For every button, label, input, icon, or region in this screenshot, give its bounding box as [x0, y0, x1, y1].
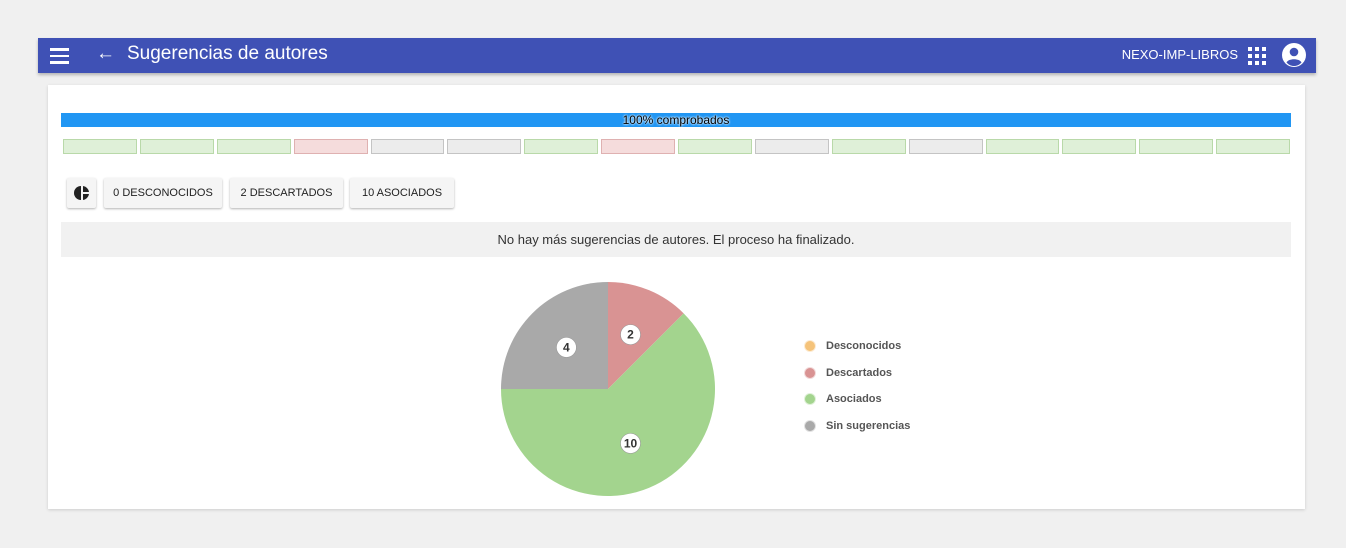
progress-label: 100% comprobados	[622, 113, 730, 127]
asociados-button[interactable]: 10 ASOCIADOS	[350, 178, 454, 208]
pie-chart: 2 10 4	[501, 282, 715, 496]
suggestion-segment[interactable]	[447, 139, 522, 154]
legend-dot	[805, 420, 815, 431]
suggestion-segment[interactable]	[831, 139, 906, 154]
chart-toggle-button[interactable]	[67, 178, 96, 208]
pie-data-label: 2	[620, 324, 641, 345]
pie-chart-icon	[74, 186, 89, 200]
app-name[interactable]: NEXO-IMP-LIBROS	[1122, 47, 1238, 63]
content-card: 100% comprobados 0 DESCONOCIDOS 2 DESCAR…	[48, 85, 1305, 509]
suggestion-segment[interactable]	[908, 139, 983, 154]
progress-bar: 100% comprobados	[61, 113, 1291, 127]
svg-text:10: 10	[624, 436, 638, 450]
legend-label: Descartados	[826, 366, 893, 379]
pie-data-label: 4	[556, 337, 577, 358]
suggestion-segment[interactable]	[754, 139, 829, 154]
suggestion-segment[interactable]	[293, 139, 368, 154]
legend-dot	[805, 394, 815, 404]
suggestion-segment[interactable]	[1062, 139, 1137, 154]
pie-slice-sin-sugerencias[interactable]	[501, 282, 608, 389]
menu-icon[interactable]	[50, 48, 69, 64]
suggestion-segment[interactable]	[1216, 139, 1290, 154]
suggestion-segment[interactable]	[1139, 139, 1214, 154]
legend-label: Desconocidos	[826, 340, 902, 352]
suggestion-segment[interactable]	[370, 139, 445, 154]
account-circle-icon[interactable]	[1281, 42, 1307, 68]
apps-grid-icon[interactable]	[1248, 47, 1266, 65]
suggestion-segment[interactable]	[524, 139, 599, 154]
desconocidos-button[interactable]: 0 DESCONOCIDOS	[104, 178, 222, 208]
pie-data-label: 10	[620, 433, 641, 454]
info-message: No hay más sugerencias de autores. El pr…	[61, 222, 1291, 257]
legend-label: Sin sugerencias	[826, 419, 911, 432]
suggestion-segment[interactable]	[678, 139, 752, 154]
suggestion-segment[interactable]	[601, 139, 675, 154]
legend-dot	[805, 367, 815, 378]
suggestion-segment[interactable]	[63, 139, 137, 154]
legend-label: Asociados	[826, 393, 882, 405]
svg-text:2: 2	[627, 328, 634, 342]
page-title: Sugerencias de autores	[127, 43, 328, 64]
svg-text:4: 4	[563, 340, 570, 354]
back-arrow-icon[interactable]: ←	[96, 43, 115, 65]
suggestion-segments	[63, 139, 1290, 154]
descartados-button[interactable]: 2 DESCARTADOS	[230, 178, 343, 208]
suggestion-segment[interactable]	[216, 139, 291, 154]
suggestion-segment[interactable]	[139, 139, 214, 154]
legend-dot	[805, 341, 815, 351]
suggestion-segment[interactable]	[985, 139, 1060, 154]
app-bar: ← Sugerencias de autores NEXO-IMP-LIBROS	[38, 38, 1316, 73]
